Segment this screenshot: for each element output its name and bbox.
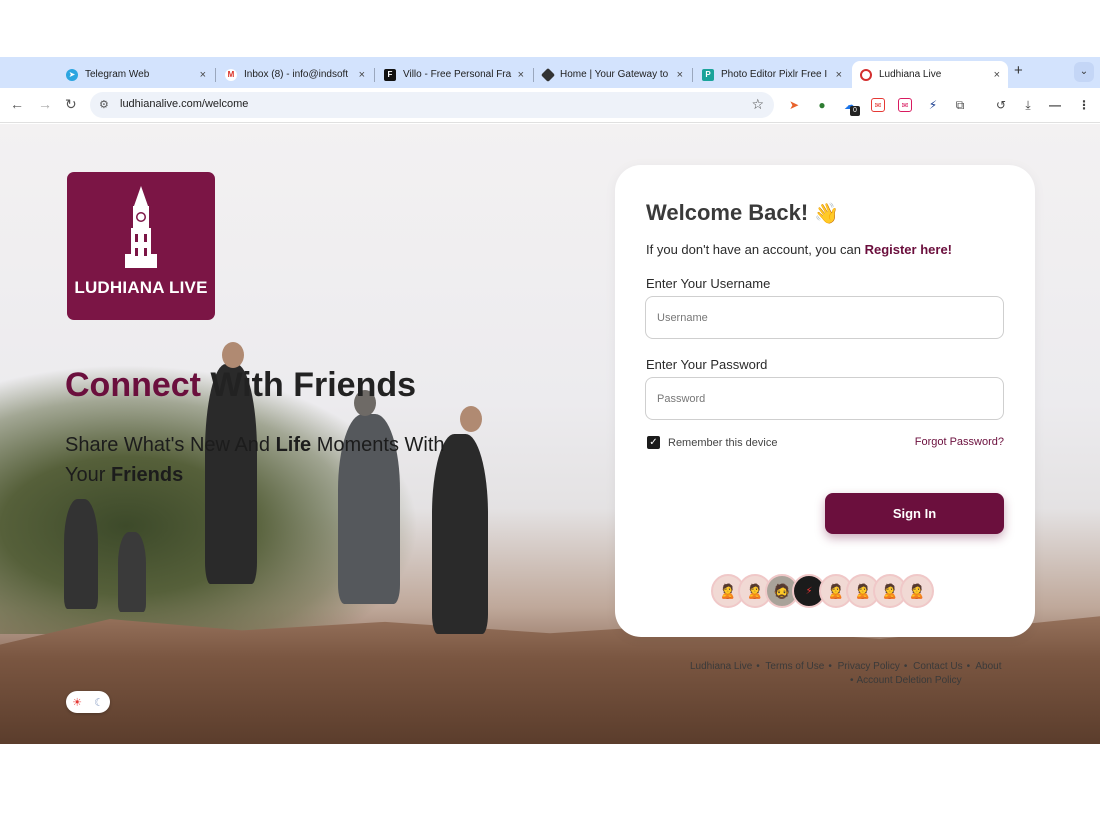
forgot-password-link[interactable]: Forgot Password? [915,436,1004,448]
footer-link-about[interactable]: About [975,661,1001,672]
close-icon[interactable]: × [677,69,683,81]
extension-badge: 0 [850,106,860,116]
tab-separator [374,68,375,82]
site-info-icon[interactable]: ⚙ [99,98,109,111]
ludhiana-live-logo: LUDHIANA LIVE [67,172,215,320]
telegram-icon: ➤ [66,68,78,81]
tab-home-gateway[interactable]: Home | Your Gateway to × [535,61,691,88]
user-avatars-row: 🙎 🙎 🧔 ⚡ 🙎 🙎 🙎 🙎 [711,574,934,608]
footer-link-ludhiana-live[interactable]: Ludhiana Live [690,661,752,672]
tab-label: Home | Your Gateway to [560,69,669,80]
translate-extension-icon[interactable]: ⚡ [926,98,940,112]
footer-links: Ludhiana Live • Terms of Use • Privacy Pol… [690,661,1002,686]
logo-text: LUDHIANA LIVE [74,278,208,297]
history-icon[interactable]: ↺ [994,98,1008,112]
tab-label: Ludhiana Live [879,69,942,80]
username-input[interactable]: Username [645,296,1004,339]
login-title: Welcome Back! 👋 [646,200,839,226]
headline-accent: Connect [65,366,201,404]
new-tab-button[interactable]: + [1014,62,1023,79]
extensions-puzzle-icon[interactable]: ⧉ [953,98,967,112]
password-input[interactable]: Password [645,377,1004,420]
clock-tower-icon [125,186,157,268]
close-icon[interactable]: × [994,69,1000,81]
diamond-icon [540,67,556,82]
tab-separator [533,68,534,82]
tab-separator [692,68,693,82]
pixlr-icon: P [702,68,714,81]
tab-search-button[interactable]: ⌄ [1074,62,1094,82]
hero-subtitle: Share What's New And Life Moments With Y… [65,430,485,490]
tab-label: Telegram Web [85,69,150,80]
screenshot-frame: ➤ Telegram Web × M Inbox (8) - info@inds… [0,0,1100,825]
background-person-head [222,342,244,368]
password-label: Enter Your Password [646,357,768,372]
hero-headline: Connect With Friends [65,366,416,405]
register-prompt: If you don't have an account, you can Re… [646,242,952,257]
theme-toggle[interactable]: ☀ ☾ [66,691,110,713]
tab-label: Villo - Free Personal Fra [403,69,512,80]
url-text[interactable]: ludhianalive.com/welcome [120,98,248,110]
screenshot-extension-icon[interactable]: ✉ [871,98,885,112]
tab-label: Photo Editor Pixlr Free I [721,69,828,80]
username-label: Enter Your Username [646,276,771,291]
background-person [118,532,146,612]
subtitle-text: Your [65,464,111,486]
close-icon[interactable]: × [836,69,842,81]
login-card: Welcome Back! 👋 If you don't have an acco… [615,165,1035,637]
background-person-head [460,406,482,432]
address-bar[interactable]: ⚙ ludhianalive.com/welcome ☆ [90,92,774,118]
remember-checkbox[interactable]: ✓ [647,436,660,449]
register-link[interactable]: Register here! [865,242,952,257]
subtitle-text: Moments With [311,434,445,456]
background-person [64,499,98,609]
remember-label: Remember this device [668,436,778,449]
forward-icon[interactable]: → [38,96,52,112]
bookmark-star-icon[interactable]: ☆ [751,96,764,113]
headline-rest: With Friends [201,366,417,404]
mail-extension-icon[interactable]: ✉ [898,98,912,112]
subtitle-bold: Friends [110,464,184,486]
sun-icon[interactable]: ☀ [72,696,82,709]
tab-label: Inbox (8) - info@indsoft [244,69,349,80]
register-prompt-text: If you don't have an account, you can [646,242,865,257]
close-icon[interactable]: × [359,69,365,81]
remember-device-option[interactable]: ✓ Remember this device [647,436,777,449]
avatar: 🙎 [900,574,934,608]
waving-hand-icon: 👋 [814,203,840,225]
minimize-icon[interactable]: — [1048,98,1062,112]
framer-icon: F [384,68,396,81]
footer-link-contact[interactable]: Contact Us [913,661,962,672]
browser-toolbar: ← → ↻ ⚙ ludhianalive.com/welcome ☆ ➤ ● ☁… [0,88,1100,123]
menu-kebab-icon[interactable]: ⋮ [1077,98,1091,112]
back-icon[interactable]: ← [10,96,24,112]
footer-link-terms[interactable]: Terms of Use [765,661,824,672]
footer-link-privacy[interactable]: Privacy Policy [838,661,900,672]
close-icon[interactable]: × [200,69,206,81]
tab-pixlr[interactable]: P Photo Editor Pixlr Free I × [694,61,850,88]
welcome-page: LUDHIANA LIVE Connect With Friends Share… [0,124,1100,744]
close-icon[interactable]: × [518,69,524,81]
subtitle-bold: Life [275,434,312,456]
download-icon[interactable]: ⤓ [1021,98,1035,112]
reload-icon[interactable]: ↻ [65,96,77,113]
tab-ludhiana-live[interactable]: Ludhiana Live × [852,61,1008,88]
tab-separator [215,68,216,82]
footer-link-account-deletion[interactable]: Account Deletion Policy [857,675,962,686]
sign-in-button[interactable]: Sign In [825,493,1004,534]
subtitle-text: Share What's New And [65,434,276,456]
send-extension-icon[interactable]: ➤ [787,98,801,112]
gmail-icon: M [225,68,237,81]
tab-gmail[interactable]: M Inbox (8) - info@indsoft × [217,61,373,88]
tab-telegram[interactable]: ➤ Telegram Web × [58,61,214,88]
login-title-text: Welcome Back! [646,200,809,225]
leaf-extension-icon[interactable]: ● [815,98,829,112]
tab-villo[interactable]: F Villo - Free Personal Fra × [376,61,532,88]
ludhiana-live-icon [860,68,872,81]
moon-icon[interactable]: ☾ [94,696,104,709]
browser-tab-bar: ➤ Telegram Web × M Inbox (8) - info@inds… [0,57,1100,88]
